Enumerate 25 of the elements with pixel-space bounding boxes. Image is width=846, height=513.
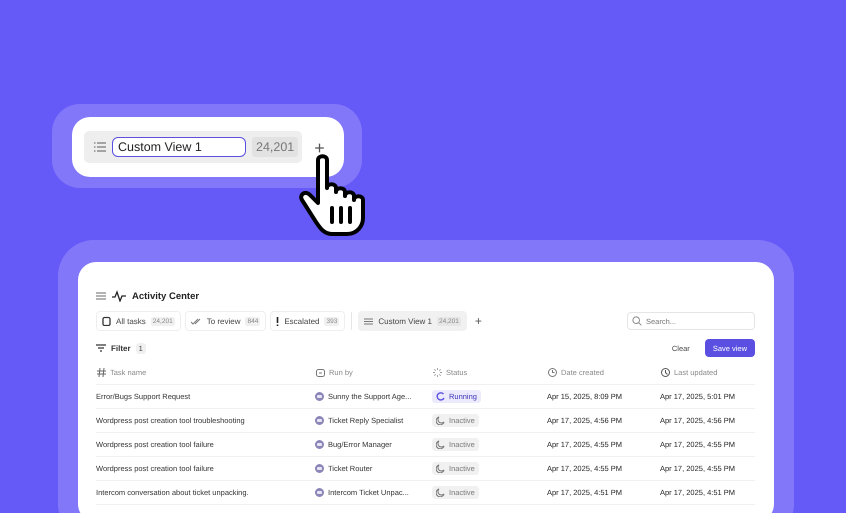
count-badge: 24,201	[252, 137, 298, 157]
menu-icon[interactable]	[96, 292, 106, 300]
list-icon	[94, 142, 106, 152]
view-tab[interactable]: Custom View 1 24,201	[84, 131, 302, 163]
list-icon	[364, 318, 374, 324]
moon-icon	[436, 440, 445, 449]
double-check-icon	[190, 318, 202, 324]
moon-icon	[436, 464, 445, 473]
spinner-icon	[436, 392, 445, 401]
filter-icon[interactable]	[96, 344, 106, 352]
add-view-button[interactable]: +	[470, 314, 486, 328]
view-name-field[interactable]: Custom View 1	[112, 137, 246, 157]
search-icon	[632, 316, 642, 326]
moon-icon	[436, 488, 445, 497]
moon-icon	[436, 416, 445, 425]
clock-icon	[548, 368, 557, 377]
clock-icon	[661, 368, 670, 377]
exclamation-icon	[276, 316, 280, 326]
spinner-icon	[433, 368, 442, 377]
panel-title: Activity Center	[132, 290, 200, 302]
add-view-button[interactable]: +	[314, 138, 325, 158]
hash-icon	[97, 368, 106, 377]
clipboard-icon	[102, 316, 111, 326]
filter-label[interactable]: Filter	[111, 344, 131, 352]
pulse-icon	[112, 290, 126, 302]
